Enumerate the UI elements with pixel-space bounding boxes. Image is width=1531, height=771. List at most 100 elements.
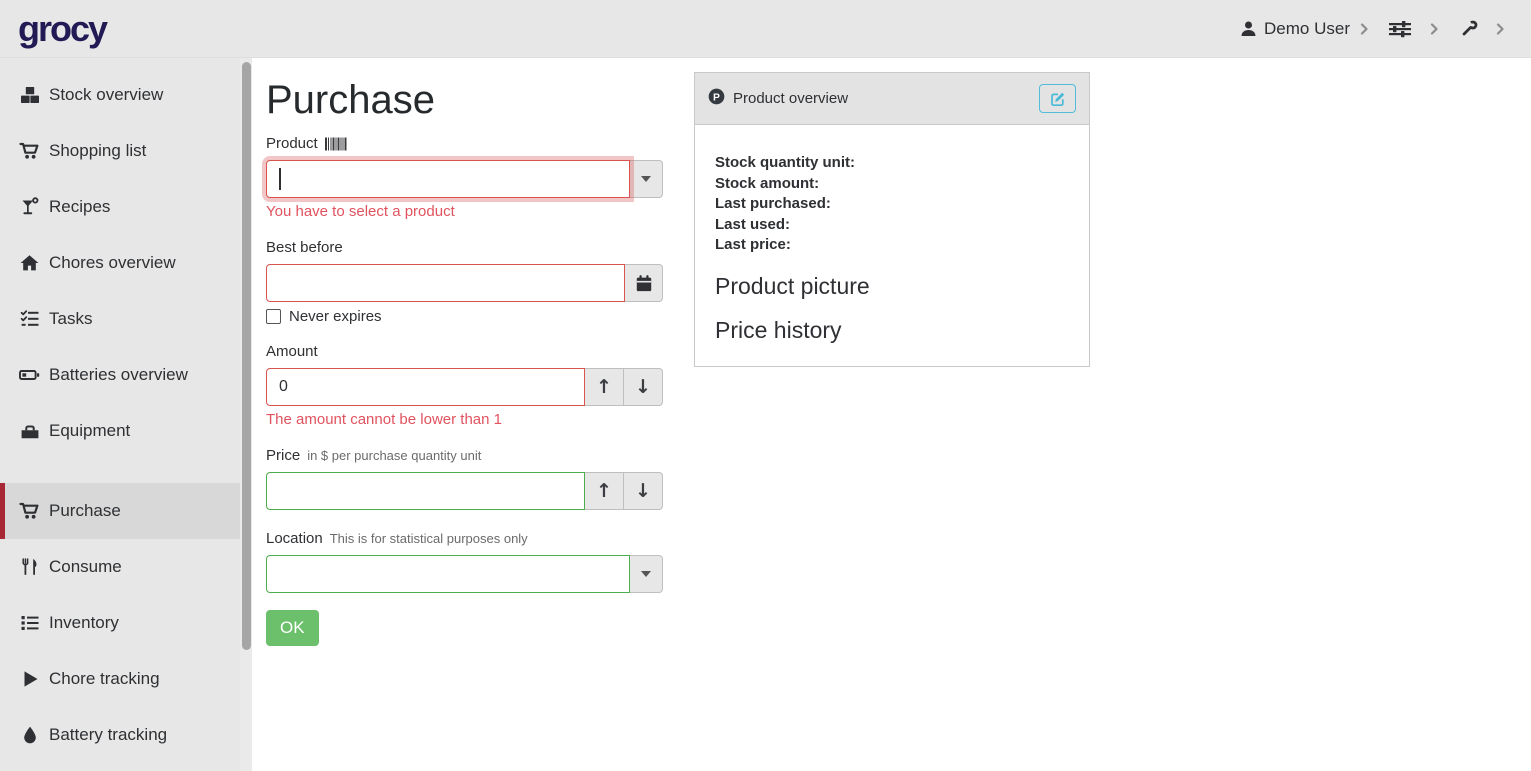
last-purchased-label: Last purchased: <box>715 194 1069 215</box>
chevron-right-icon <box>1360 23 1369 35</box>
barcode-icon[interactable] <box>325 137 347 151</box>
user-icon <box>1240 20 1257 37</box>
ok-button[interactable]: OK <box>266 610 319 646</box>
sidebar-scrollbar-track[interactable] <box>240 58 252 771</box>
best-before-input-group <box>266 264 663 302</box>
battery-icon <box>19 365 40 385</box>
cart-icon <box>19 141 40 161</box>
last-used-label: Last used: <box>715 215 1069 236</box>
sidebar-item-label: Shopping list <box>49 141 146 161</box>
price-decrement-button[interactable]: ↓ <box>624 472 663 510</box>
chevron-right-icon <box>1430 23 1439 35</box>
sidebar-item-label: Batteries overview <box>49 365 188 385</box>
sidebar-item-equipment[interactable]: Equipment <box>0 403 252 459</box>
sidebar-item-label: Inventory <box>49 613 119 633</box>
sidebar-item-label: Recipes <box>49 197 110 217</box>
best-before-input[interactable] <box>266 264 625 302</box>
boxes-icon <box>19 85 40 105</box>
product-picture-heading: Product picture <box>715 272 1069 300</box>
amount-label: Amount <box>266 343 318 360</box>
price-label-row: Price in $ per purchase quantity unit <box>266 447 663 464</box>
sidebar: Stock overview Shopping list Recipes Cho… <box>0 58 252 771</box>
text-cursor <box>279 168 281 190</box>
never-expires-checkbox[interactable] <box>266 309 281 324</box>
sidebar-item-batteries-overview[interactable]: Batteries overview <box>0 347 252 403</box>
sidebar-item-label: Equipment <box>49 421 130 441</box>
calendar-button[interactable] <box>625 264 663 302</box>
stock-amount-label: Stock amount: <box>715 174 1069 195</box>
sidebar-item-label: Chores overview <box>49 253 176 273</box>
sidebar-item-shopping-list[interactable]: Shopping list <box>0 123 252 179</box>
location-select[interactable] <box>266 555 630 593</box>
sidebar-item-recipes[interactable]: Recipes <box>0 179 252 235</box>
utensils-icon <box>19 557 40 577</box>
svg-text:P: P <box>713 92 720 103</box>
grocy-logo: grocy <box>18 11 106 47</box>
sidebar-item-label: Stock overview <box>49 85 163 105</box>
never-expires-row: Never expires <box>266 308 663 325</box>
location-label-row: Location This is for statistical purpose… <box>266 530 663 547</box>
p-circle-icon: P <box>708 88 725 109</box>
location-dropdown-button[interactable] <box>630 555 663 593</box>
last-price-label: Last price: <box>715 235 1069 256</box>
amount-label-row: Amount <box>266 343 663 360</box>
price-label: Price <box>266 447 300 464</box>
sidebar-item-battery-tracking[interactable]: Battery tracking <box>0 707 252 763</box>
home-icon <box>19 253 40 273</box>
header-menus: Demo User <box>1240 19 1505 39</box>
product-input-group <box>266 160 663 198</box>
sidebar-item-label: Chore tracking <box>49 669 160 689</box>
user-menu-label: Demo User <box>1264 19 1350 39</box>
toolbox-icon <box>19 421 40 441</box>
edit-product-button[interactable] <box>1039 84 1076 113</box>
sidebar-scrollbar-thumb[interactable] <box>242 62 251 650</box>
amount-error: The amount cannot be lower than 1 <box>266 411 663 428</box>
amount-input-group: ↑ ↓ <box>266 368 663 406</box>
droplet-icon <box>19 725 40 745</box>
cocktail-icon <box>19 197 40 217</box>
cart-icon <box>19 501 40 521</box>
admin-menu[interactable] <box>1459 19 1505 39</box>
product-error: You have to select a product <box>266 203 663 220</box>
sidebar-item-label: Battery tracking <box>49 725 167 745</box>
price-history-heading: Price history <box>715 316 1069 344</box>
product-input[interactable] <box>266 160 630 198</box>
product-label: Product <box>266 135 318 152</box>
sidebar-item-chore-tracking[interactable]: Chore tracking <box>0 651 252 707</box>
sidebar-item-purchase[interactable]: Purchase <box>0 483 252 539</box>
play-icon <box>19 669 40 689</box>
best-before-label: Best before <box>266 239 343 256</box>
price-increment-button[interactable]: ↑ <box>585 472 624 510</box>
sidebar-item-chores-overview[interactable]: Chores overview <box>0 235 252 291</box>
list-icon <box>19 613 40 633</box>
top-header-bar: grocy Demo User <box>0 0 1531 58</box>
settings-menu[interactable] <box>1389 20 1439 38</box>
product-dropdown-button[interactable] <box>630 160 663 198</box>
sidebar-item-label: Consume <box>49 557 122 577</box>
purchase-form: Product You have to select a product Bes… <box>266 135 663 646</box>
location-hint: This is for statistical purposes only <box>330 531 528 546</box>
stock-quantity-unit-label: Stock quantity unit: <box>715 153 1069 174</box>
product-overview-card: P Product overview Stock quantity unit: … <box>694 72 1090 367</box>
sidebar-item-consume[interactable]: Consume <box>0 539 252 595</box>
sidebar-item-tasks[interactable]: Tasks <box>0 291 252 347</box>
amount-input[interactable] <box>266 368 585 406</box>
tasks-icon <box>19 309 40 329</box>
chevron-right-icon <box>1496 23 1505 35</box>
product-overview-header: P Product overview <box>695 73 1089 125</box>
best-before-label-row: Best before <box>266 239 663 256</box>
price-input-group: ↑ ↓ <box>266 472 663 510</box>
sidebar-item-label: Purchase <box>49 501 121 521</box>
location-label: Location <box>266 530 323 547</box>
amount-decrement-button[interactable]: ↓ <box>624 368 663 406</box>
product-overview-body: Stock quantity unit: Stock amount: Last … <box>695 125 1089 366</box>
sidebar-item-label: Tasks <box>49 309 92 329</box>
user-menu[interactable]: Demo User <box>1240 19 1369 39</box>
price-input[interactable] <box>266 472 585 510</box>
price-hint: in $ per purchase quantity unit <box>307 448 481 463</box>
sidebar-item-stock-overview[interactable]: Stock overview <box>0 67 252 123</box>
product-overview-title: Product overview <box>733 90 848 107</box>
wrench-icon <box>1459 19 1479 39</box>
sidebar-item-inventory[interactable]: Inventory <box>0 595 252 651</box>
amount-increment-button[interactable]: ↑ <box>585 368 624 406</box>
